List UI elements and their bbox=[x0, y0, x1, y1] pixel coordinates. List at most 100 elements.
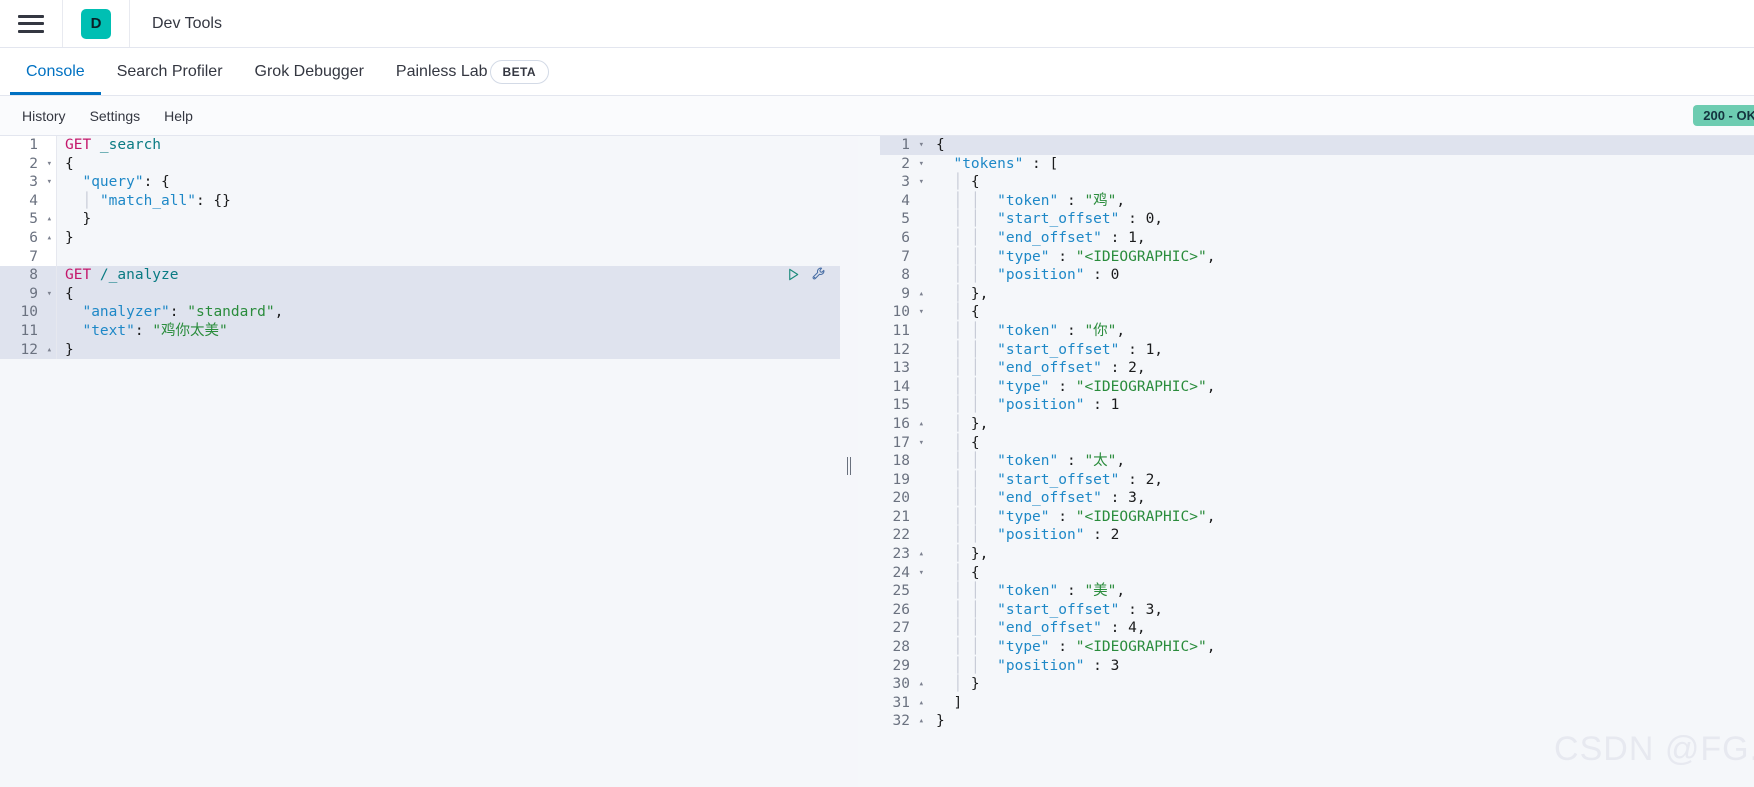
line-number: 16 ▴ bbox=[892, 415, 924, 434]
response-line: 26 │ │ "start_offset" : 3, bbox=[880, 601, 1754, 620]
line-number: 30 ▴ bbox=[892, 675, 924, 694]
editor-line: 11 "text": "鸡你太美" bbox=[0, 321, 840, 341]
response-line: 12 │ │ "start_offset" : 1, bbox=[880, 341, 1754, 360]
response-line: 9 ▴ │ }, bbox=[880, 285, 1754, 304]
editor-line: 10 "analyzer": "standard", bbox=[0, 303, 840, 322]
code-line-text: │ }, bbox=[953, 415, 989, 432]
fold-toggle-icon[interactable]: ▴ bbox=[919, 545, 924, 564]
code-line-text: │ │ "token" : "你", bbox=[953, 322, 1126, 339]
fold-toggle-icon[interactable]: ▴ bbox=[919, 694, 924, 713]
line-number: 10 bbox=[0, 303, 57, 322]
editor-line: 1 GET _search bbox=[0, 136, 840, 155]
response-line: 13 │ │ "end_offset" : 2, bbox=[880, 359, 1754, 378]
menu-button[interactable] bbox=[0, 0, 63, 47]
response-line: 23 ▴ │ }, bbox=[880, 545, 1754, 564]
code-line-text: "query": { bbox=[82, 174, 170, 191]
code-line-text: │ } bbox=[953, 676, 980, 693]
tab-grok-debugger[interactable]: Grok Debugger bbox=[239, 48, 380, 95]
line-number: 3 ▾ bbox=[901, 173, 924, 192]
request-editor-code[interactable]: 1 GET _search 2 ▾{3 ▾ "query": {4 │ "match_a… bbox=[0, 136, 840, 360]
response-line: 1 ▾ { bbox=[880, 136, 1754, 155]
line-number: 29 bbox=[892, 657, 910, 674]
response-line: 2 ▾ "tokens" : [ bbox=[880, 155, 1754, 174]
tab-console[interactable]: Console bbox=[10, 48, 101, 95]
line-number: 2 ▾ bbox=[901, 155, 924, 174]
fold-toggle-icon[interactable]: ▴ bbox=[47, 210, 52, 229]
editor-line: 12 ▴} bbox=[0, 340, 840, 360]
line-number: 12 ▴ bbox=[0, 340, 57, 360]
line-number: 8 bbox=[901, 267, 910, 284]
response-line: 22 │ │ "position" : 2 bbox=[880, 526, 1754, 545]
app-logo[interactable]: D bbox=[63, 0, 130, 47]
line-number: 8 bbox=[0, 266, 57, 285]
code-line-text: │ │ "token" : "太", bbox=[953, 453, 1126, 470]
fold-toggle-icon[interactable]: ▴ bbox=[919, 712, 924, 731]
subnav-settings[interactable]: Settings bbox=[78, 108, 153, 124]
code-line-text: │ │ "end_offset" : 4, bbox=[953, 620, 1146, 637]
response-line: 17 ▾ │ { bbox=[880, 434, 1754, 453]
response-line: 20 │ │ "end_offset" : 3, bbox=[880, 489, 1754, 508]
code-line-text: { bbox=[936, 137, 945, 153]
play-triangle-icon[interactable] bbox=[786, 267, 801, 282]
code-line-text: │ │ "type" : "<IDEOGRAPHIC>", bbox=[953, 639, 1216, 656]
line-number: 4 bbox=[0, 191, 57, 211]
code-line-text: │ { bbox=[953, 304, 980, 321]
code-line-text: │ }, bbox=[953, 285, 989, 302]
response-line: 24 ▾ │ { bbox=[880, 564, 1754, 583]
fold-toggle-icon[interactable]: ▾ bbox=[919, 564, 924, 583]
fold-toggle-icon[interactable]: ▾ bbox=[47, 155, 52, 174]
code-line-text: │ │ "type" : "<IDEOGRAPHIC>", bbox=[953, 248, 1216, 265]
code-line-text: { bbox=[65, 155, 74, 172]
fold-toggle-icon[interactable]: ▾ bbox=[919, 136, 924, 155]
code-line-text: │ │ "token" : "美", bbox=[953, 583, 1126, 600]
console-subnav: History Settings Help 200 - OK bbox=[0, 96, 1754, 136]
line-number: 18 bbox=[892, 453, 910, 470]
wrench-icon[interactable] bbox=[811, 266, 827, 282]
code-line-text: │ │ "start_offset" : 0, bbox=[953, 211, 1164, 228]
line-number: 5 bbox=[901, 211, 910, 228]
response-line: 6 │ │ "end_offset" : 1, bbox=[880, 229, 1754, 248]
hamburger-menu-icon[interactable] bbox=[18, 14, 44, 33]
fold-toggle-icon[interactable]: ▴ bbox=[919, 415, 924, 434]
tab-search-profiler[interactable]: Search Profiler bbox=[101, 48, 239, 95]
response-line: 31 ▴ ] bbox=[880, 694, 1754, 713]
fold-toggle-icon[interactable]: ▾ bbox=[919, 155, 924, 174]
fold-toggle-icon[interactable]: ▴ bbox=[919, 675, 924, 694]
response-line: 16 ▴ │ }, bbox=[880, 415, 1754, 434]
code-line-text: } bbox=[65, 211, 92, 228]
fold-toggle-icon[interactable]: ▾ bbox=[919, 434, 924, 453]
tab-painless-lab[interactable]: Painless Lab BETA bbox=[380, 48, 565, 95]
line-number: 19 bbox=[892, 471, 910, 488]
editor-line: 6 ▴} bbox=[0, 228, 840, 248]
fold-toggle-icon[interactable]: ▾ bbox=[919, 173, 924, 192]
code-line-text: } bbox=[65, 341, 74, 358]
request-editor[interactable]: 1 GET _search 2 ▾{3 ▾ "query": {4 │ "match_a… bbox=[0, 136, 840, 787]
fold-toggle-icon[interactable]: ▴ bbox=[919, 285, 924, 304]
line-number: 28 bbox=[892, 639, 910, 656]
response-line: 15 │ │ "position" : 1 bbox=[880, 396, 1754, 415]
line-number: 14 bbox=[892, 378, 910, 395]
response-line: 28 │ │ "type" : "<IDEOGRAPHIC>", bbox=[880, 638, 1754, 657]
fold-toggle-icon[interactable]: ▴ bbox=[47, 341, 52, 360]
app-badge-letter: D bbox=[81, 8, 111, 39]
response-line: 7 │ │ "type" : "<IDEOGRAPHIC>", bbox=[880, 248, 1754, 267]
response-viewer[interactable]: 1 ▾{2 ▾ "tokens" : [3 ▾ │ {4 │ │ "token" : … bbox=[858, 136, 1754, 787]
code-line-text: │ │ "end_offset" : 3, bbox=[953, 490, 1146, 507]
line-number: 6 bbox=[901, 229, 910, 246]
console-panes: 1 GET _search 2 ▾ {3 ▾ "query": { 4 │ "match_a… bbox=[0, 136, 1754, 787]
line-number: 25 bbox=[892, 583, 910, 600]
drag-handle-icon[interactable] bbox=[847, 456, 851, 475]
pane-splitter[interactable] bbox=[840, 136, 858, 787]
code-line-text: │ │ "type" : "<IDEOGRAPHIC>", bbox=[953, 508, 1216, 525]
app-header: D Dev Tools bbox=[0, 0, 1754, 48]
code-line-text: │ │ "position" : 0 bbox=[953, 267, 1120, 284]
fold-toggle-icon[interactable]: ▾ bbox=[47, 285, 52, 304]
response-line: 32 ▴} bbox=[880, 712, 1754, 731]
subnav-history[interactable]: History bbox=[10, 108, 78, 124]
subnav-help[interactable]: Help bbox=[152, 108, 205, 124]
fold-toggle-icon[interactable]: ▾ bbox=[47, 173, 52, 192]
fold-toggle-icon[interactable]: ▾ bbox=[919, 303, 924, 322]
fold-toggle-icon[interactable]: ▴ bbox=[47, 229, 52, 248]
code-line-text: │ │ "end_offset" : 1, bbox=[953, 229, 1146, 246]
code-line-text: │ "match_all": {} bbox=[82, 192, 231, 209]
